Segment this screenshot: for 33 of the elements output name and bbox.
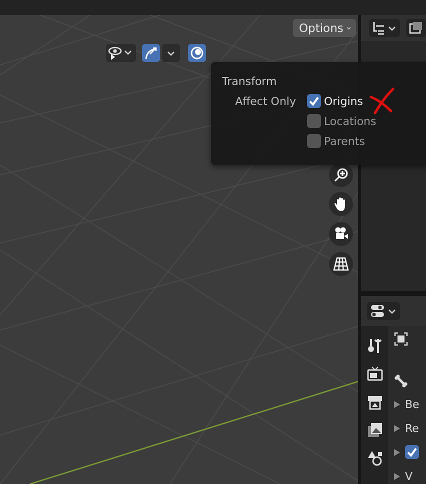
expand-arrow-icon[interactable] [394, 424, 400, 432]
expand-arrow-icon[interactable] [394, 448, 400, 456]
visibility-dropdown[interactable] [106, 44, 136, 62]
toggle-icon [370, 304, 386, 318]
checkbox[interactable] [307, 114, 321, 128]
outliner-icon [372, 21, 386, 35]
option-label[interactable]: Locations [324, 114, 376, 128]
overlay-button[interactable] [188, 44, 206, 62]
bone-icon [394, 374, 408, 388]
affect-only-label: Affect Only [234, 94, 297, 108]
option-label[interactable]: Parents [324, 134, 365, 148]
panel-header-label[interactable]: Be [405, 398, 420, 410]
zoom-icon[interactable] [329, 163, 353, 187]
panel-header-label[interactable]: Re [405, 422, 419, 434]
options-dropdown[interactable]: Options [293, 19, 356, 37]
expand-arrow-icon[interactable] [394, 400, 400, 408]
grid-view-icon[interactable] [329, 252, 353, 276]
editor-type-dropdown[interactable] [367, 302, 400, 320]
object-frame-icon [394, 332, 408, 346]
option-label[interactable]: Origins [324, 94, 363, 108]
expand-arrow-icon[interactable] [394, 472, 400, 480]
checkbox[interactable] [307, 134, 321, 148]
panel-header-label[interactable]: V [405, 470, 413, 482]
popover-title: Transform [222, 75, 278, 90]
editor-type-dropdown[interactable] [369, 19, 400, 37]
checkbox[interactable] [307, 94, 321, 108]
transform-gizmo-button[interactable] [142, 44, 160, 62]
checkbox[interactable] [405, 445, 419, 459]
display-mode-button[interactable] [406, 19, 426, 37]
gizmo-dropdown[interactable] [162, 44, 180, 62]
hand-icon[interactable] [329, 192, 353, 216]
annotation-cross-drawing [369, 87, 397, 115]
camera-icon[interactable] [329, 222, 353, 246]
